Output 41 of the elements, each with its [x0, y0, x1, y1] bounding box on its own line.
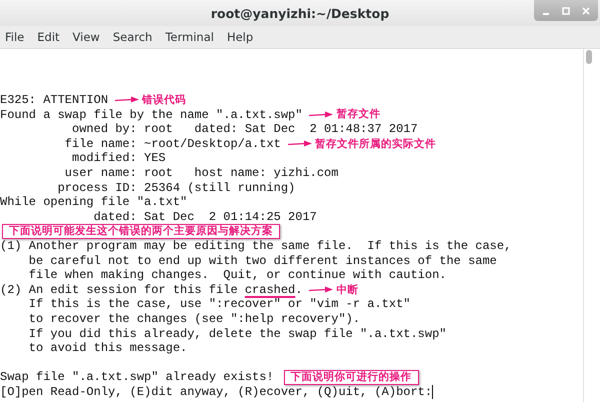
terminal-line: to avoid this message.	[28, 341, 188, 356]
arrow-icon	[308, 286, 334, 294]
terminal-line: dated: Sat Dec 2 01:14:25 2017	[92, 210, 317, 224]
terminal-line: While opening file "a.txt"	[0, 195, 188, 210]
terminal-line: (1) Another program may be editing the same file. If this is the case,	[0, 238, 512, 254]
menu-item[interactable]: Edit	[36, 30, 68, 44]
terminal-line: user name: root host name: yizhi.com	[64, 166, 338, 181]
minimize-icon	[543, 12, 549, 14]
terminal-line: Found a swap file by the name ".a.txt.swp"	[0, 108, 302, 122]
annotation-text: 暂存文件所属的实际文件	[314, 138, 436, 151]
terminal-line: file when making changes. Quit, or continue with caution.	[28, 268, 446, 283]
scrollbar[interactable]	[583, 49, 594, 402]
terminal-line: Swap file ".a.txt.swp" already exists!	[0, 370, 274, 385]
menu-item[interactable]: View	[72, 30, 108, 44]
menu-item[interactable]: Terminal	[164, 30, 222, 44]
terminal-line: owned by: root dated: Sat Dec 2 01:48:37 2017	[71, 122, 418, 137]
maximize-icon	[562, 6, 570, 14]
terminal-line: If you did this already, delete the swap file ".a.txt.swp"	[28, 326, 446, 342]
terminal-line: (2) An edit session for this file crashed.	[0, 282, 302, 298]
terminal-line: E325: ATTENTION	[0, 93, 108, 108]
terminal-line: modified: YES	[71, 151, 166, 166]
menu-item[interactable]: Help	[226, 30, 262, 44]
annotation-label: 下面说明你可进行的操作	[284, 370, 419, 386]
arrow-icon	[286, 140, 313, 148]
annotation-label: 下面说明可能发生这个错误的两个主要原因与解决方案	[2, 224, 280, 240]
terminal-line: [O]pen Read-Only, (E)dit anyway, (R)ecover, (Q)uit, (A)bort:	[0, 384, 432, 400]
arrow-icon	[308, 110, 334, 119]
terminal-line: If this is the case, use ":recover" or "vim -r a.txt"	[28, 297, 410, 312]
terminal-line: process ID: 25364 (still running)	[56, 180, 296, 196]
annotation-text: 错误代码	[142, 94, 186, 107]
annotation-text: 暂存文件	[336, 108, 380, 122]
window-title: root@yanyizhi:~/Desktop	[210, 6, 390, 20]
terminal-line: file name: ~root/Desktop/a.txt	[64, 136, 281, 152]
close-icon	[582, 6, 590, 14]
text-cursor	[432, 385, 434, 400]
menu-item[interactable]: File	[4, 30, 32, 44]
terminal-line: to recover the changes (see ":help recovery").	[28, 312, 360, 326]
annotation-text: 中断	[336, 284, 358, 297]
menu-item[interactable]: Search	[112, 30, 160, 44]
terminal-line: be careful not to end up with two different instances of the same	[28, 254, 497, 268]
arrow-icon	[114, 96, 140, 104]
